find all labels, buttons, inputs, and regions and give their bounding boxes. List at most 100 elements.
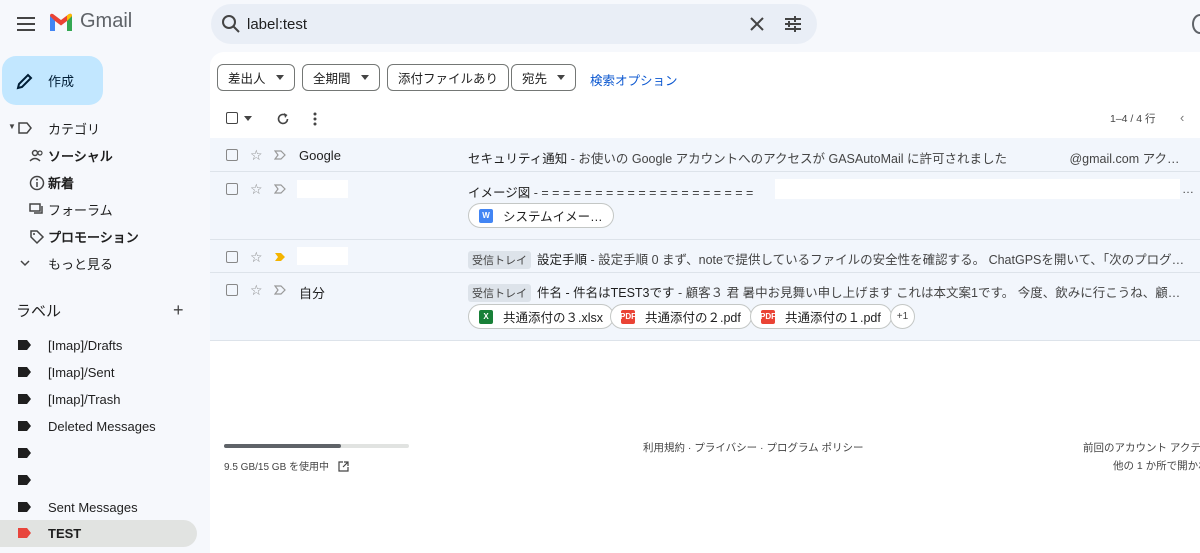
advanced-search-link[interactable]: 検索オプション — [590, 70, 678, 89]
sidebar-item-label: フォーラム — [48, 203, 113, 218]
filter-chip-to[interactable]: 宛先 — [511, 64, 577, 91]
sidebar-item-label: カテゴリ — [48, 122, 101, 137]
row-checkbox[interactable] — [226, 149, 238, 161]
compose-button[interactable]: 作成 — [2, 56, 103, 105]
help-icon[interactable] — [1192, 14, 1200, 34]
sidebar-item-forums[interactable]: フォーラム — [0, 196, 200, 223]
sidebar-label-imap-trash[interactable]: [Imap]/Trash — [0, 386, 200, 413]
pencil-icon — [16, 73, 33, 89]
select-all-checkbox[interactable] — [226, 112, 238, 124]
email-row[interactable]: ☆ イメージ図 - = = = = = = = = = = = = = = = … — [210, 172, 1200, 240]
label-icon — [18, 475, 31, 485]
search-icon[interactable] — [221, 14, 241, 34]
sidebar-label-imap-sent[interactable]: [Imap]/Sent — [0, 359, 200, 386]
label-icon — [18, 367, 31, 377]
search-input[interactable] — [247, 12, 727, 36]
email-snippet: - 顧客３ 君 暑中お見舞い申し上げます これは本文案1です。 今度、飲みに行こ… — [674, 286, 1188, 300]
star-icon[interactable]: ☆ — [250, 182, 263, 196]
chevron-down-icon — [20, 260, 30, 267]
label-icon — [18, 448, 31, 458]
star-icon[interactable]: ☆ — [250, 250, 263, 264]
sidebar-item-social[interactable]: ソーシャル — [0, 142, 200, 169]
star-icon[interactable]: ☆ — [250, 283, 263, 297]
email-snippet: - 設定手順 0 まず、noteで提供しているファイルの安全性を確認する。 Ch… — [587, 253, 1188, 267]
sidebar-label-name: [Imap]/Sent — [48, 365, 115, 380]
sidebar-label-redacted-2[interactable] — [0, 467, 200, 494]
search-bar — [211, 4, 817, 44]
sidebar-label-test[interactable]: TEST — [0, 520, 197, 547]
label-icon — [18, 528, 31, 538]
importance-marker-icon[interactable] — [274, 285, 286, 295]
footer-policy-links[interactable]: 利用規約 · プライバシー · プログラム ポリシー — [643, 440, 864, 455]
email-sender: 自分 — [299, 286, 326, 301]
filter-chip-from[interactable]: 差出人 — [217, 64, 295, 91]
sidebar-item-more[interactable]: もっと見る — [0, 250, 200, 277]
expand-caret-icon[interactable]: ▼ — [8, 122, 16, 131]
attachment-chip[interactable]: W システムイメー… — [468, 203, 614, 228]
select-dropdown-icon[interactable] — [244, 116, 252, 122]
refresh-icon[interactable] — [276, 112, 290, 126]
last-activity-text: 前回のアカウント アクティ — [1083, 442, 1200, 454]
sidebar-label-deleted-messages[interactable]: Deleted Messages — [0, 413, 200, 440]
people-icon — [29, 149, 43, 162]
sidebar-label-imap-drafts[interactable]: [Imap]/Drafts — [0, 332, 200, 359]
pagination-text: 1–4 / 4 行 — [1110, 113, 1156, 125]
more-options-icon[interactable] — [313, 112, 317, 126]
redacted-sender — [297, 247, 348, 265]
importance-marker-icon[interactable] — [274, 150, 286, 160]
search-options-icon[interactable] — [783, 14, 803, 34]
word-file-icon: W — [479, 208, 493, 223]
pdf-file-icon: PDF — [760, 309, 776, 324]
attachment-name: 共通添付の１.pdf — [785, 311, 881, 325]
add-label-icon[interactable]: + — [173, 300, 184, 321]
label-icon — [18, 502, 31, 512]
star-icon[interactable]: ☆ — [250, 148, 263, 162]
chip-label: 宛先 — [522, 72, 548, 86]
email-row[interactable]: ☆ Google セキュリティ通知 - お使いの Google アカウントへのア… — [210, 138, 1200, 172]
filter-chip-has-attachment[interactable]: 添付ファイルあり — [387, 64, 510, 91]
label-icon — [18, 340, 31, 350]
chevron-left-icon[interactable]: ‹ — [1180, 110, 1184, 125]
inbox-tag[interactable]: 受信トレイ — [468, 284, 531, 302]
importance-marker-icon[interactable] — [274, 184, 286, 194]
email-snippet: - お使いの Google アカウントへのアクセスが GASAutoMail に… — [567, 152, 1188, 166]
row-checkbox[interactable] — [226, 183, 238, 195]
gmail-logo[interactable]: Gmail — [48, 10, 132, 33]
email-content: セキュリティ通知 - お使いの Google アカウントへのアクセスが GASA… — [468, 148, 1188, 167]
hamburger-icon — [17, 17, 35, 31]
sidebar-label-redacted-1[interactable] — [0, 440, 200, 467]
filter-chip-any-time[interactable]: 全期間 — [302, 64, 380, 91]
info-icon — [29, 175, 45, 191]
open-external-icon[interactable] — [338, 461, 349, 472]
compose-label: 作成 — [48, 74, 75, 89]
importance-marker-icon[interactable] — [274, 252, 286, 262]
more-attachments-button[interactable]: +1 — [890, 304, 915, 329]
sidebar-item-updates[interactable]: 新着 — [0, 169, 200, 196]
excel-file-icon: X — [479, 309, 493, 324]
sidebar-label-name: Sent Messages — [48, 500, 138, 515]
sidebar-item-categories[interactable]: ▼ カテゴリ — [0, 115, 200, 142]
main-menu-button[interactable] — [10, 8, 42, 40]
attachment-chip[interactable]: PDF 共通添付の２.pdf — [610, 304, 752, 329]
forum-icon — [29, 203, 43, 214]
sidebar-label-name: Deleted Messages — [48, 419, 156, 434]
email-content: 受信トレイ 設定手順 - 設定手順 0 まず、noteで提供しているファイルの安全… — [468, 249, 1188, 269]
row-checkbox[interactable] — [226, 251, 238, 263]
label-icon — [18, 421, 31, 431]
open-locations-text[interactable]: 他の 1 か所で開かれ — [1113, 458, 1200, 473]
sidebar-label-name: TEST — [48, 526, 82, 541]
attachment-chip[interactable]: PDF 共通添付の１.pdf — [750, 304, 892, 329]
inbox-tag[interactable]: 受信トレイ — [468, 251, 531, 269]
sidebar-item-promotions[interactable]: プロモーション — [0, 223, 200, 250]
row-checkbox[interactable] — [226, 284, 238, 296]
dropdown-caret-icon — [275, 75, 284, 80]
sidebar-label-name: [Imap]/Drafts — [48, 338, 123, 353]
email-subject: セキュリティ通知 — [468, 152, 568, 166]
attachment-chip[interactable]: X 共通添付の３.xlsx — [468, 304, 615, 329]
clear-search-icon[interactable] — [747, 14, 767, 34]
chip-label: 差出人 — [228, 72, 266, 86]
sidebar-label-sent-messages[interactable]: Sent Messages — [0, 494, 200, 521]
email-row[interactable]: ☆ 受信トレイ 設定手順 - 設定手順 0 まず、noteで提供しているファイルの… — [210, 240, 1200, 273]
storage-text: 9.5 GB/15 GB を使用中 — [224, 458, 349, 473]
email-row[interactable]: ☆ 自分 受信トレイ 件名 - 件名はTEST3です - 顧客３ 君 暑中お見舞い… — [210, 273, 1200, 341]
